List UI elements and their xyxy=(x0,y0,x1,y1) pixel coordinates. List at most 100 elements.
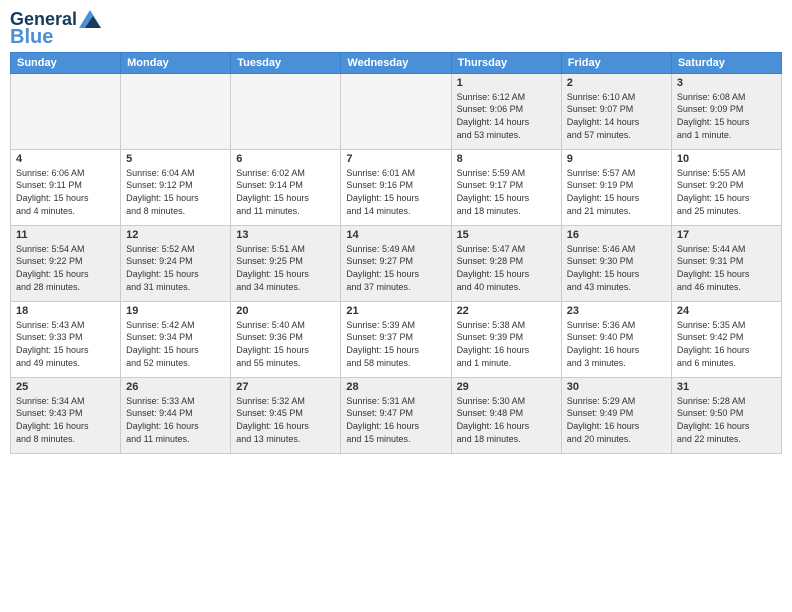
day-number: 3 xyxy=(677,77,776,89)
day-info: Sunrise: 5:57 AMSunset: 9:19 PMDaylight:… xyxy=(567,167,666,217)
day-number: 19 xyxy=(126,305,225,317)
calendar-cell: 22 Sunrise: 5:38 AMSunset: 9:39 PMDayligh… xyxy=(451,301,561,377)
day-number: 11 xyxy=(16,229,115,241)
day-header-sunday: Sunday xyxy=(11,52,121,73)
day-header-thursday: Thursday xyxy=(451,52,561,73)
day-info: Sunrise: 5:49 AMSunset: 9:27 PMDaylight:… xyxy=(346,243,445,293)
calendar-cell: 6 Sunrise: 6:02 AMSunset: 9:14 PMDaylight… xyxy=(231,149,341,225)
calendar-cell: 24 Sunrise: 5:35 AMSunset: 9:42 PMDayligh… xyxy=(671,301,781,377)
day-info: Sunrise: 5:34 AMSunset: 9:43 PMDaylight:… xyxy=(16,395,115,445)
calendar-cell: 29 Sunrise: 5:30 AMSunset: 9:48 PMDayligh… xyxy=(451,377,561,453)
day-number: 23 xyxy=(567,305,666,317)
day-info: Sunrise: 5:31 AMSunset: 9:47 PMDaylight:… xyxy=(346,395,445,445)
day-info: Sunrise: 5:47 AMSunset: 9:28 PMDaylight:… xyxy=(457,243,556,293)
day-number: 31 xyxy=(677,381,776,393)
day-number: 15 xyxy=(457,229,556,241)
day-info: Sunrise: 5:55 AMSunset: 9:20 PMDaylight:… xyxy=(677,167,776,217)
logo-icon xyxy=(79,10,101,28)
calendar-cell: 13Sunrise: 5:51 AMSunset: 9:25 PMDayligh… xyxy=(231,225,341,301)
day-info: Sunrise: 5:28 AMSunset: 9:50 PMDaylight:… xyxy=(677,395,776,445)
day-number: 26 xyxy=(126,381,225,393)
calendar-cell: 5 Sunrise: 6:04 AMSunset: 9:12 PMDaylight… xyxy=(121,149,231,225)
calendar-cell: 30Sunrise: 5:29 AMSunset: 9:49 PMDayligh… xyxy=(561,377,671,453)
calendar-cell: 23 Sunrise: 5:36 AMSunset: 9:40 PMDayligh… xyxy=(561,301,671,377)
day-info: Sunrise: 6:08 AMSunset: 9:09 PMDaylight:… xyxy=(677,91,776,141)
day-header-saturday: Saturday xyxy=(671,52,781,73)
day-number: 27 xyxy=(236,381,335,393)
calendar-cell: 7 Sunrise: 6:01 AMSunset: 9:16 PMDaylight… xyxy=(341,149,451,225)
calendar-cell: 17Sunrise: 5:44 AMSunset: 9:31 PMDayligh… xyxy=(671,225,781,301)
calendar-cell: 10 Sunrise: 5:55 AMSunset: 9:20 PMDayligh… xyxy=(671,149,781,225)
day-info: Sunrise: 5:30 AMSunset: 9:48 PMDaylight:… xyxy=(457,395,556,445)
day-number: 20 xyxy=(236,305,335,317)
day-info: Sunrise: 5:40 AMSunset: 9:36 PMDaylight:… xyxy=(236,319,335,369)
day-number: 16 xyxy=(567,229,666,241)
day-header-tuesday: Tuesday xyxy=(231,52,341,73)
logo-blue: Blue xyxy=(10,26,53,48)
day-number: 9 xyxy=(567,153,666,165)
day-number: 4 xyxy=(16,153,115,165)
calendar-cell: 11 Sunrise: 5:54 AMSunset: 9:22 PMDayligh… xyxy=(11,225,121,301)
header: General Blue xyxy=(10,10,782,48)
page: General Blue SundayMondayTuesdayWednesda… xyxy=(0,0,792,612)
calendar-cell: 16 Sunrise: 5:46 AMSunset: 9:30 PMDayligh… xyxy=(561,225,671,301)
day-number: 28 xyxy=(346,381,445,393)
day-info: Sunrise: 6:04 AMSunset: 9:12 PMDaylight:… xyxy=(126,167,225,217)
day-number: 12 xyxy=(126,229,225,241)
calendar-cell: 9 Sunrise: 5:57 AMSunset: 9:19 PMDaylight… xyxy=(561,149,671,225)
day-info: Sunrise: 5:38 AMSunset: 9:39 PMDaylight:… xyxy=(457,319,556,369)
day-number: 5 xyxy=(126,153,225,165)
day-number: 6 xyxy=(236,153,335,165)
day-number: 18 xyxy=(16,305,115,317)
calendar-cell: 4 Sunrise: 6:06 AMSunset: 9:11 PMDaylight… xyxy=(11,149,121,225)
day-number: 10 xyxy=(677,153,776,165)
day-info: Sunrise: 5:59 AMSunset: 9:17 PMDaylight:… xyxy=(457,167,556,217)
day-number: 2 xyxy=(567,77,666,89)
calendar-cell: 15 Sunrise: 5:47 AMSunset: 9:28 PMDayligh… xyxy=(451,225,561,301)
day-info: Sunrise: 5:32 AMSunset: 9:45 PMDaylight:… xyxy=(236,395,335,445)
day-info: Sunrise: 5:46 AMSunset: 9:30 PMDaylight:… xyxy=(567,243,666,293)
day-info: Sunrise: 6:10 AMSunset: 9:07 PMDaylight:… xyxy=(567,91,666,141)
calendar-cell: 14 Sunrise: 5:49 AMSunset: 9:27 PMDayligh… xyxy=(341,225,451,301)
calendar-week-row: 4 Sunrise: 6:06 AMSunset: 9:11 PMDaylight… xyxy=(11,149,782,225)
calendar-cell: 8Sunrise: 5:59 AMSunset: 9:17 PMDaylight… xyxy=(451,149,561,225)
calendar-cell: 26 Sunrise: 5:33 AMSunset: 9:44 PMDayligh… xyxy=(121,377,231,453)
calendar-cell: 19 Sunrise: 5:42 AMSunset: 9:34 PMDayligh… xyxy=(121,301,231,377)
day-header-friday: Friday xyxy=(561,52,671,73)
day-info: Sunrise: 6:12 AMSunset: 9:06 PMDaylight:… xyxy=(457,91,556,141)
day-info: Sunrise: 5:33 AMSunset: 9:44 PMDaylight:… xyxy=(126,395,225,445)
day-header-wednesday: Wednesday xyxy=(341,52,451,73)
logo: General Blue xyxy=(10,10,101,48)
day-info: Sunrise: 5:42 AMSunset: 9:34 PMDaylight:… xyxy=(126,319,225,369)
calendar-cell: 28 Sunrise: 5:31 AMSunset: 9:47 PMDayligh… xyxy=(341,377,451,453)
day-number: 7 xyxy=(346,153,445,165)
day-info: Sunrise: 5:43 AMSunset: 9:33 PMDaylight:… xyxy=(16,319,115,369)
day-info: Sunrise: 5:52 AMSunset: 9:24 PMDaylight:… xyxy=(126,243,225,293)
calendar-cell: 3 Sunrise: 6:08 AMSunset: 9:09 PMDaylight… xyxy=(671,73,781,149)
day-info: Sunrise: 5:35 AMSunset: 9:42 PMDaylight:… xyxy=(677,319,776,369)
calendar-week-row: 1 Sunrise: 6:12 AMSunset: 9:06 PMDaylight… xyxy=(11,73,782,149)
calendar-cell: 2 Sunrise: 6:10 AMSunset: 9:07 PMDaylight… xyxy=(561,73,671,149)
calendar-cell: 20 Sunrise: 5:40 AMSunset: 9:36 PMDayligh… xyxy=(231,301,341,377)
day-info: Sunrise: 6:06 AMSunset: 9:11 PMDaylight:… xyxy=(16,167,115,217)
day-number: 1 xyxy=(457,77,556,89)
day-info: Sunrise: 5:51 AMSunset: 9:25 PMDaylight:… xyxy=(236,243,335,293)
calendar-cell: 27 Sunrise: 5:32 AMSunset: 9:45 PMDayligh… xyxy=(231,377,341,453)
day-info: Sunrise: 5:29 AMSunset: 9:49 PMDaylight:… xyxy=(567,395,666,445)
calendar-week-row: 18 Sunrise: 5:43 AMSunset: 9:33 PMDayligh… xyxy=(11,301,782,377)
calendar-cell: 12 Sunrise: 5:52 AMSunset: 9:24 PMDayligh… xyxy=(121,225,231,301)
day-number: 29 xyxy=(457,381,556,393)
day-info: Sunrise: 5:54 AMSunset: 9:22 PMDaylight:… xyxy=(16,243,115,293)
day-info: Sunrise: 6:01 AMSunset: 9:16 PMDaylight:… xyxy=(346,167,445,217)
day-number: 22 xyxy=(457,305,556,317)
day-number: 14 xyxy=(346,229,445,241)
calendar-cell xyxy=(11,73,121,149)
day-info: Sunrise: 6:02 AMSunset: 9:14 PMDaylight:… xyxy=(236,167,335,217)
calendar-cell: 21Sunrise: 5:39 AMSunset: 9:37 PMDayligh… xyxy=(341,301,451,377)
day-number: 24 xyxy=(677,305,776,317)
day-info: Sunrise: 5:36 AMSunset: 9:40 PMDaylight:… xyxy=(567,319,666,369)
day-number: 21 xyxy=(346,305,445,317)
calendar-week-row: 11 Sunrise: 5:54 AMSunset: 9:22 PMDayligh… xyxy=(11,225,782,301)
calendar-header-row: SundayMondayTuesdayWednesdayThursdayFrid… xyxy=(11,52,782,73)
calendar-week-row: 25Sunrise: 5:34 AMSunset: 9:43 PMDayligh… xyxy=(11,377,782,453)
